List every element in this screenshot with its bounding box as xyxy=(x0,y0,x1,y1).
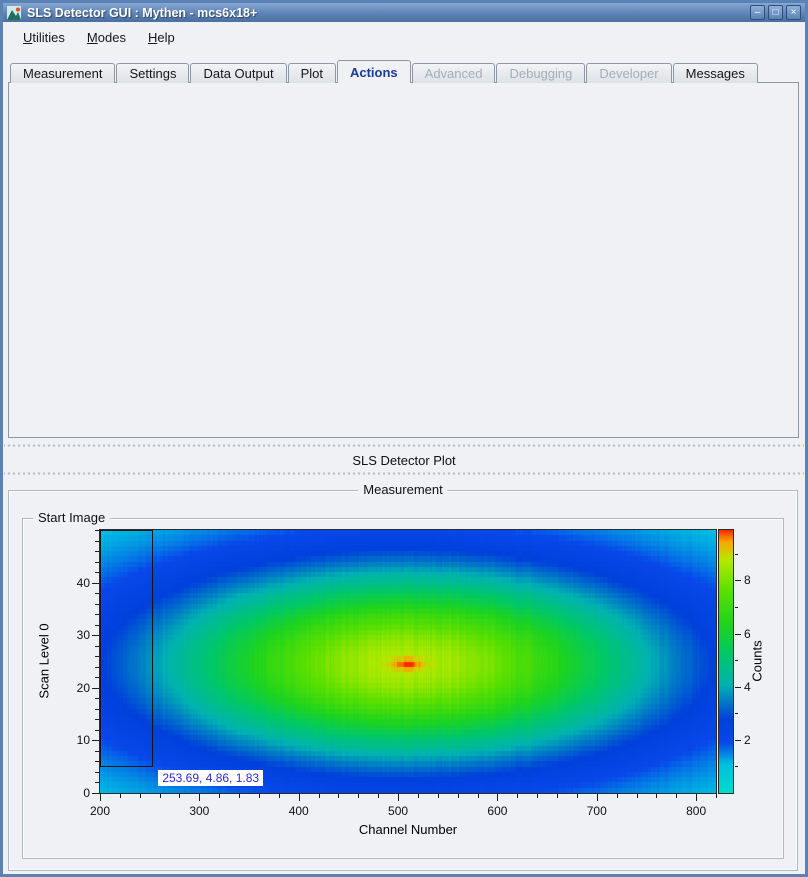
actions-tab-panel xyxy=(8,82,799,438)
measurement-title: Measurement xyxy=(358,482,447,497)
tab-bar: Measurement Settings Data Output Plot Ac… xyxy=(10,60,759,83)
tab-debugging[interactable]: Debugging xyxy=(496,63,585,83)
title-bar: SLS Detector GUI : Mythen - mcs6x18+ – □… xyxy=(3,3,805,22)
minimize-icon[interactable]: – xyxy=(750,5,765,20)
menu-modes[interactable]: Modes xyxy=(79,27,134,48)
start-image-title: Start Image xyxy=(33,510,110,525)
cursor-readout: 253.69, 4.86, 1.83 xyxy=(158,770,263,786)
x-axis-title: Channel Number xyxy=(359,822,457,837)
tab-plot[interactable]: Plot xyxy=(288,63,336,83)
window-title: SLS Detector GUI : Mythen - mcs6x18+ xyxy=(27,6,747,20)
tab-data-output[interactable]: Data Output xyxy=(190,63,286,83)
tab-actions[interactable]: Actions xyxy=(337,60,411,83)
app-window: SLS Detector GUI : Mythen - mcs6x18+ – □… xyxy=(0,0,808,877)
colorbar-canvas xyxy=(718,529,734,794)
close-icon[interactable]: × xyxy=(786,5,801,20)
y-axis-title: Scan Level 0 xyxy=(37,623,52,698)
tab-settings[interactable]: Settings xyxy=(116,63,189,83)
menu-help[interactable]: Help xyxy=(140,27,183,48)
dock-title: SLS Detector Plot xyxy=(0,453,808,468)
splitter-handle[interactable] xyxy=(4,470,804,477)
maximize-icon[interactable]: □ xyxy=(768,5,783,20)
tab-messages[interactable]: Messages xyxy=(673,63,758,83)
tab-developer[interactable]: Developer xyxy=(586,63,671,83)
zoom-selection-rect xyxy=(100,530,153,767)
app-icon xyxy=(7,6,21,20)
tab-advanced[interactable]: Advanced xyxy=(412,63,496,83)
colorbar-axis-title: Counts xyxy=(750,640,765,681)
tab-measurement[interactable]: Measurement xyxy=(10,63,115,83)
heatmap-plot-canvas[interactable] xyxy=(99,529,717,794)
menu-bar: Utilities Modes Help xyxy=(3,24,805,50)
splitter-handle[interactable] xyxy=(4,442,804,449)
menu-utilities[interactable]: Utilities xyxy=(15,27,73,48)
